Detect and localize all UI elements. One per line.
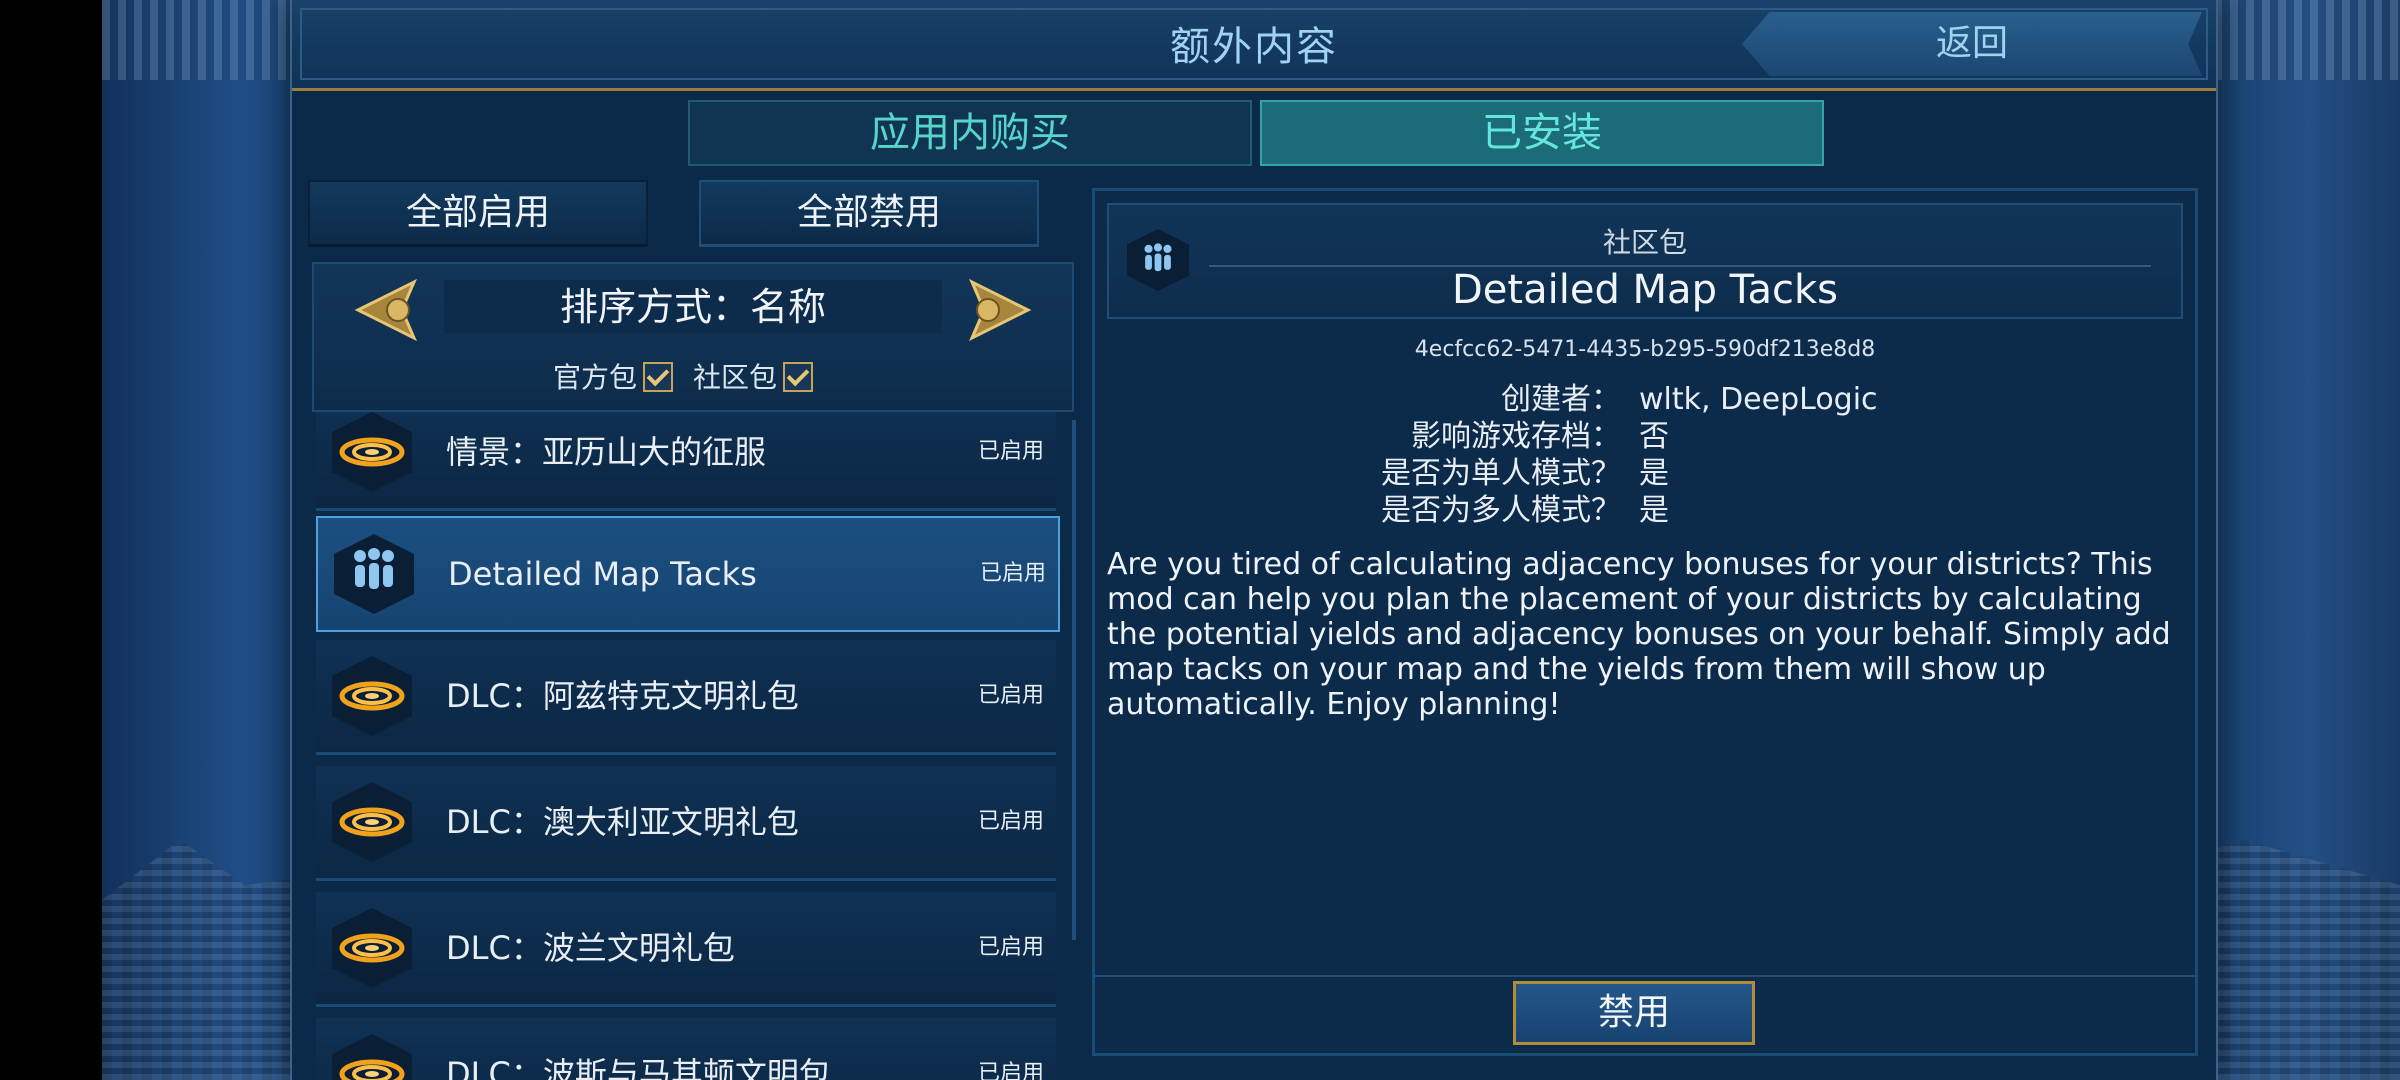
- list-item[interactable]: DLC：波斯与马其顿文明包 已启用: [316, 1018, 1056, 1080]
- list-item[interactable]: DLC：波兰文明礼包 已启用: [316, 892, 1056, 1007]
- tab-in-app-purchases[interactable]: 应用内购买: [688, 100, 1252, 166]
- field-key-affects-saves: 影响游戏存档：: [1411, 419, 1621, 454]
- field-value-creator: wltk, DeepLogic: [1639, 382, 1878, 417]
- filter-community-label: 社区包: [693, 361, 778, 394]
- details-title: Detailed Map Tacks: [1452, 267, 1838, 313]
- details-field-keys: 创建者： 影响游戏存档： 是否为单人模式？ 是否为多人模式？: [1381, 381, 1621, 529]
- extra-content-panel: 额外内容 返回 应用内购买 已安装 全部启用 全部禁用 排序方式：名称 官方包 社…: [290, 0, 2218, 1080]
- sort-prev-arrow-icon[interactable]: [354, 278, 434, 342]
- swirl-icon: [332, 908, 412, 988]
- details-header: 社区包 Detailed Map Tacks: [1107, 203, 2183, 319]
- list-item-status: 已启用: [977, 809, 1044, 834]
- details-description: Are you tired of calculating adjacency b…: [1107, 547, 2171, 722]
- list-item-status: 已启用: [977, 1061, 1044, 1080]
- swirl-icon: [332, 1034, 412, 1080]
- swirl-icon: [332, 782, 412, 862]
- list-item-status: 已启用: [977, 439, 1044, 464]
- disable-button[interactable]: 禁用: [1513, 981, 1755, 1045]
- field-key-single-player: 是否为单人模式？: [1381, 456, 1621, 491]
- list-item-label: DLC：波斯与马其顿文明包: [446, 1055, 831, 1080]
- filter-official-checkbox[interactable]: [643, 362, 673, 392]
- list-item-label: Detailed Map Tacks: [448, 555, 757, 593]
- field-key-multiplayer: 是否为多人模式？: [1381, 493, 1621, 528]
- list-item-status: 已启用: [977, 935, 1044, 960]
- details-panel: 社区包 Detailed Map Tacks 4ecfcc62-5471-443…: [1092, 188, 2198, 1056]
- list-scrollbar[interactable]: [1072, 420, 1076, 940]
- header: 额外内容 返回: [292, 0, 2216, 91]
- list-item[interactable]: DLC：阿兹特克文明礼包 已启用: [316, 640, 1056, 755]
- field-key-creator: 创建者：: [1501, 382, 1621, 417]
- filter-official-label: 官方包: [552, 361, 637, 394]
- divider: [1095, 975, 2195, 977]
- list-item[interactable]: 情景：亚历山大的征服 已启用: [316, 412, 1056, 511]
- list-item[interactable]: DLC：澳大利亚文明礼包 已启用: [316, 766, 1056, 881]
- filter-community-checkbox[interactable]: [783, 362, 814, 392]
- swirl-icon: [332, 412, 412, 492]
- community-icon: [334, 534, 414, 614]
- details-category: 社区包: [1602, 226, 1687, 259]
- back-button[interactable]: 返回: [1742, 12, 2202, 76]
- list-item-selected[interactable]: Detailed Map Tacks 已启用: [316, 516, 1060, 632]
- filter-row: 官方包 社区包: [314, 356, 1072, 396]
- list-item-status: 已启用: [977, 683, 1044, 708]
- enable-all-button[interactable]: 全部启用: [308, 180, 648, 247]
- tab-installed[interactable]: 已安装: [1260, 100, 1824, 166]
- list-item-label: DLC：波兰文明礼包: [446, 929, 735, 967]
- details-id: 4ecfcc62-5471-4435-b295-590df213e8d8: [1414, 337, 1876, 362]
- field-value-multiplayer: 是: [1639, 493, 1669, 528]
- list-item-label: DLC：澳大利亚文明礼包: [446, 803, 799, 841]
- swirl-icon: [332, 656, 412, 736]
- list-item-label: DLC：阿兹特克文明礼包: [446, 677, 799, 715]
- disable-all-button[interactable]: 全部禁用: [699, 180, 1039, 247]
- sort-panel: 排序方式：名称 官方包 社区包: [312, 262, 1074, 412]
- sort-label: 排序方式：名称: [444, 280, 942, 334]
- field-value-single-player: 是: [1639, 456, 1669, 491]
- list-item-label: 情景：亚历山大的征服: [446, 433, 767, 471]
- field-value-affects-saves: 否: [1639, 419, 1669, 454]
- sort-next-arrow-icon[interactable]: [952, 278, 1032, 342]
- content-list: 情景：亚历山大的征服 已启用 Detailed Map Tacks 已启用 DL…: [316, 412, 1068, 1080]
- details-field-values: wltk, DeepLogic 否 是 是: [1639, 381, 1878, 529]
- list-item-status: 已启用: [979, 561, 1046, 586]
